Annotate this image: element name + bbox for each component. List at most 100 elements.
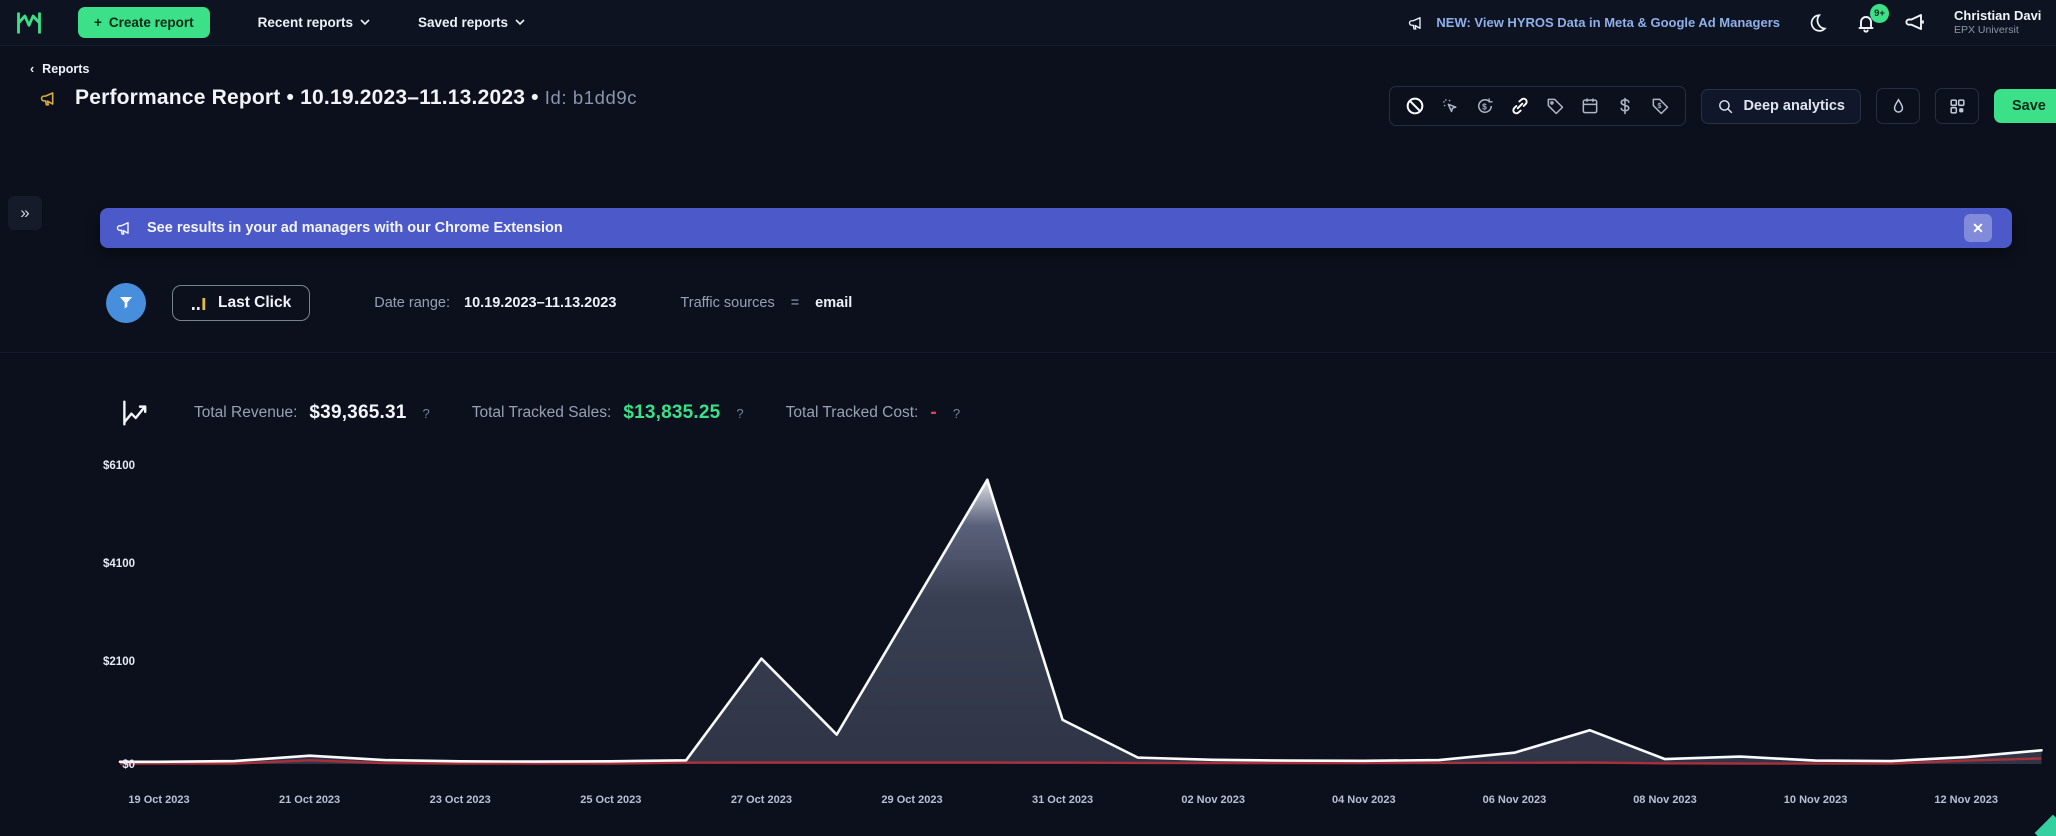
x-tick-label: 12 Nov 2023 [1934, 794, 1998, 806]
traffic-operator: = [791, 295, 799, 311]
x-tick-label: 06 Nov 2023 [1483, 794, 1547, 806]
user-name: Christian Davi [1954, 8, 2056, 24]
hyros-logo-icon[interactable] [14, 8, 44, 38]
x-tick-label: 19 Oct 2023 [128, 794, 189, 806]
apps-grid-icon [1948, 97, 1967, 116]
price-tag-dollar-icon[interactable]: $ [1647, 93, 1673, 119]
total-tracked-cost-stat: Total Tracked Cost: - ? [786, 402, 960, 424]
promo-text: NEW: View HYROS Data in Meta & Google Ad… [1436, 15, 1780, 30]
cursor-click-icon[interactable] [1437, 93, 1463, 119]
plus-icon: + [94, 15, 102, 30]
link-icon[interactable] [1507, 93, 1533, 119]
report-header: ‹ Reports Performance Report • 10.19.202… [0, 58, 2056, 110]
notification-badge: 9+ [1870, 4, 1889, 23]
hyros-dashboard: + Create report Recent reports Saved rep… [0, 0, 2056, 836]
x-tick-label: 31 Oct 2023 [1032, 794, 1093, 806]
mini-bars-icon [191, 296, 208, 311]
saved-reports-menu[interactable]: Saved reports [418, 15, 525, 30]
megaphone-icon [1408, 14, 1426, 32]
magnifier-icon [1717, 98, 1734, 115]
report-id: Id: b1dd9c [545, 87, 637, 108]
close-icon: ✕ [1972, 220, 1984, 237]
create-report-label: Create report [109, 15, 194, 30]
help-icon[interactable]: ? [953, 406, 960, 421]
chevron-down-icon [360, 19, 370, 26]
total-revenue-stat: Total Revenue: $39,365.31 ? [194, 402, 430, 424]
report-toolbar: $ [1389, 86, 2056, 126]
line-chart-icon [118, 396, 152, 430]
megaphone-icon [116, 219, 134, 237]
x-tick-label: 10 Nov 2023 [1784, 794, 1848, 806]
user-org: EPX Universit [1954, 24, 2056, 37]
export-button[interactable] [1876, 88, 1920, 124]
total-tracked-cost-value: - [930, 402, 937, 424]
moon-icon [1806, 12, 1828, 34]
deep-analytics-button[interactable]: Deep analytics [1701, 89, 1861, 124]
recent-reports-menu[interactable]: Recent reports [258, 15, 370, 30]
dollar-icon[interactable] [1612, 93, 1638, 119]
y-tick-label: $2100 [103, 656, 135, 668]
svg-text:$: $ [1658, 102, 1662, 110]
user-menu[interactable]: Christian Davi EPX Universit [1954, 8, 2056, 37]
announcement-icon [40, 89, 59, 108]
date-range-value[interactable]: 10.19.2023–11.13.2023 [464, 295, 616, 311]
announcements-button[interactable] [1904, 11, 1928, 35]
y-tick-label: $4100 [103, 558, 135, 570]
help-icon[interactable]: ? [736, 406, 743, 421]
create-report-button[interactable]: + Create report [78, 7, 210, 38]
calendar-icon[interactable] [1577, 93, 1603, 119]
sidebar-expand-button[interactable]: » [8, 196, 42, 230]
svg-text:$: $ [1483, 101, 1488, 111]
tag-icon[interactable] [1542, 93, 1568, 119]
chrome-extension-banner: See results in your ad managers with our… [100, 208, 2012, 248]
top-nav: + Create report Recent reports Saved rep… [0, 0, 2056, 46]
traffic-sources-label: Traffic sources [680, 295, 774, 311]
chart-canvas: $0$2100$4100$610019 Oct 202321 Oct 20232… [60, 450, 2056, 830]
x-tick-label: 25 Oct 2023 [580, 794, 641, 806]
notifications-button[interactable]: 9+ [1854, 11, 1878, 35]
promo-link[interactable]: NEW: View HYROS Data in Meta & Google Ad… [1408, 14, 1780, 32]
megaphone-icon [1904, 11, 1928, 35]
traffic-value[interactable]: email [815, 295, 852, 311]
totals-bar: Total Revenue: $39,365.31 ? Total Tracke… [118, 396, 960, 430]
total-tracked-sales-value: $13,835.25 [623, 402, 720, 424]
revenue-area-fill [120, 480, 2042, 764]
chevron-down-icon [515, 19, 525, 26]
x-tick-label: 02 Nov 2023 [1181, 794, 1245, 806]
total-revenue-label: Total Revenue: [194, 404, 297, 422]
filter-bar: Last Click Date range: 10.19.2023–11.13.… [106, 283, 852, 323]
banner-text: See results in your ad managers with our… [147, 220, 563, 236]
y-tick-label: $0 [122, 759, 135, 771]
x-tick-label: 23 Oct 2023 [430, 794, 491, 806]
page-title: Performance Report • 10.19.2023–11.13.20… [75, 86, 637, 110]
droplet-icon [1889, 97, 1908, 116]
revenue-line [120, 480, 2042, 762]
attribution-model-button[interactable]: Last Click [172, 285, 310, 321]
x-tick-label: 04 Nov 2023 [1332, 794, 1396, 806]
back-chevron-icon: ‹ [30, 62, 34, 76]
total-tracked-sales-stat: Total Tracked Sales: $13,835.25 ? [472, 402, 744, 424]
dark-mode-toggle[interactable] [1806, 12, 1828, 34]
funnel-icon [117, 294, 135, 312]
x-tick-label: 08 Nov 2023 [1633, 794, 1697, 806]
total-tracked-sales-label: Total Tracked Sales: [472, 404, 612, 422]
section-divider [0, 352, 2056, 353]
date-range-label: Date range: [374, 295, 450, 311]
x-tick-label: 27 Oct 2023 [731, 794, 792, 806]
banner-close-button[interactable]: ✕ [1964, 214, 1992, 242]
refund-dollar-icon[interactable]: $ [1472, 93, 1498, 119]
y-tick-label: $6100 [103, 460, 135, 472]
help-icon[interactable]: ? [423, 406, 430, 421]
total-revenue-value: $39,365.31 [309, 402, 406, 424]
x-tick-label: 29 Oct 2023 [881, 794, 942, 806]
report-tool-group: $ [1389, 86, 1686, 126]
save-button[interactable]: Save [1994, 89, 2056, 123]
top-nav-right: NEW: View HYROS Data in Meta & Google Ad… [1408, 8, 2056, 37]
filter-button[interactable] [106, 283, 146, 323]
total-tracked-cost-label: Total Tracked Cost: [786, 404, 919, 422]
hide-icon[interactable] [1402, 93, 1428, 119]
widgets-button[interactable] [1935, 88, 1979, 124]
breadcrumb-label: Reports [42, 62, 89, 76]
revenue-area-chart[interactable]: $0$2100$4100$610019 Oct 202321 Oct 20232… [60, 450, 2056, 830]
breadcrumb[interactable]: ‹ Reports [30, 62, 89, 76]
